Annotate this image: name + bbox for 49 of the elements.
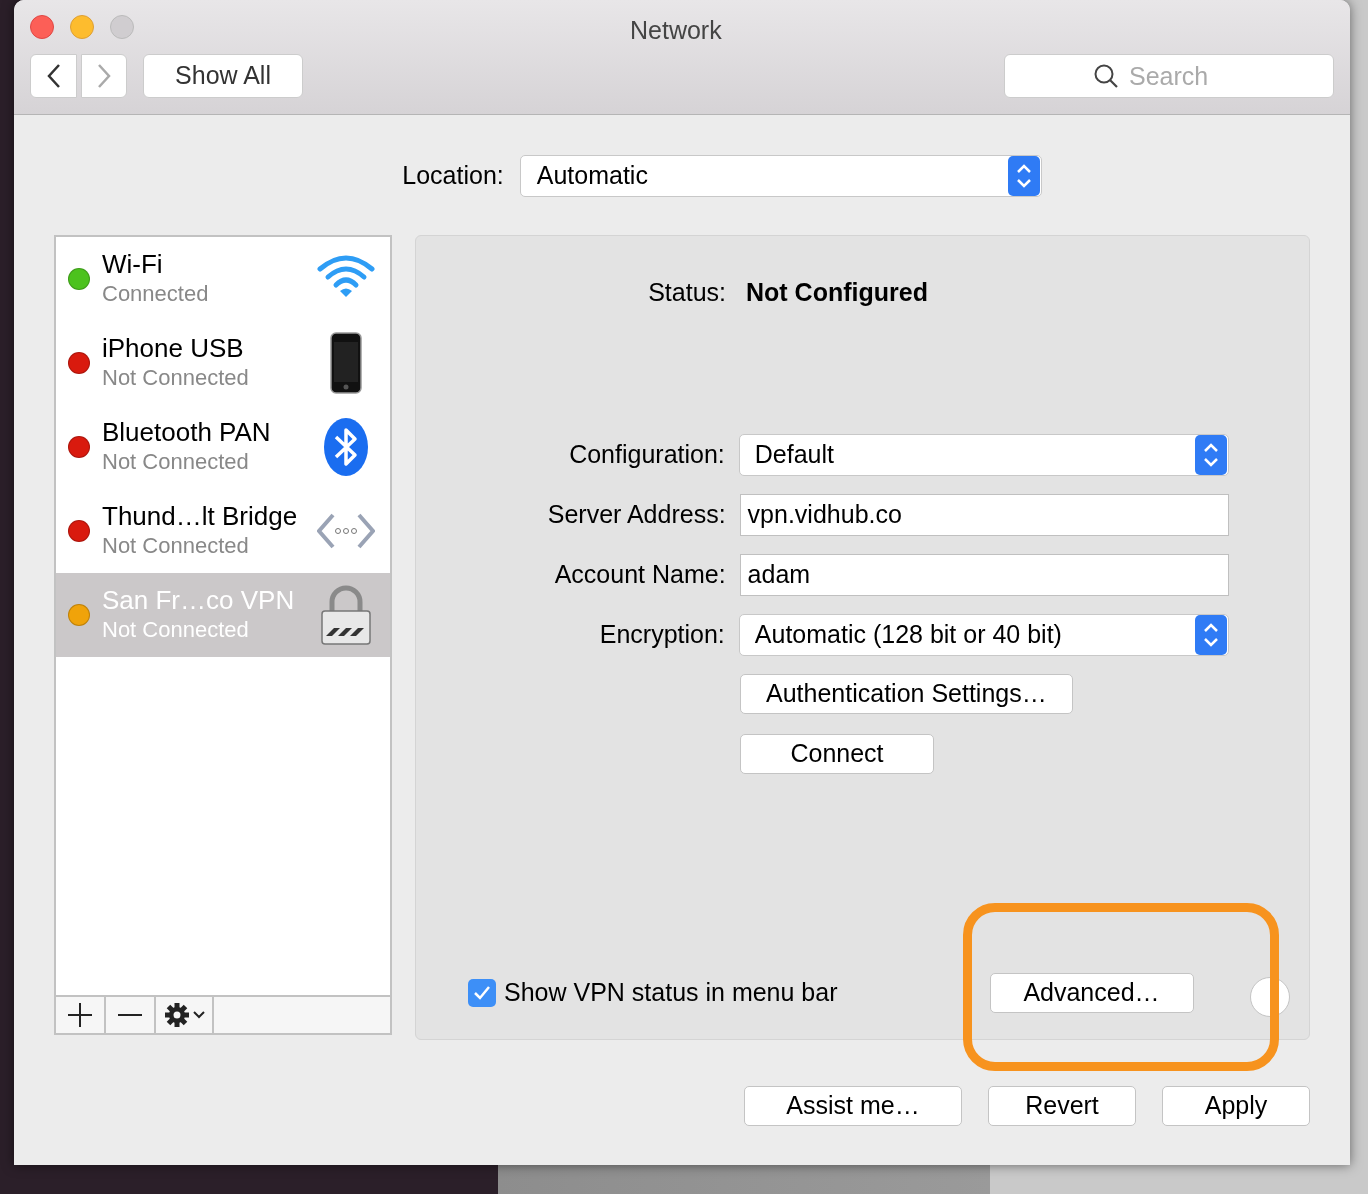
service-status: Not Connected [102,532,250,560]
stepper-icon [1195,614,1227,655]
search-icon [1093,63,1119,89]
search-field[interactable]: Search [1004,54,1334,98]
service-status: Connected [102,280,210,308]
double-arrow-icon [317,511,375,551]
advanced-button[interactable]: Advanced… [989,973,1194,1013]
minimize-button[interactable] [70,15,94,39]
padlock-icon [320,584,372,646]
text-field[interactable]: vpn.vidhub.co [739,493,1229,536]
status-value: Not Configured [746,277,928,308]
bluetooth-icon [323,417,369,477]
service-status: Not Connected [102,364,250,392]
service-name: iPhone USB [102,333,245,363]
field-label: Encryption: [598,618,725,650]
action-button[interactable]: Connect [740,733,934,774]
service-name: Bluetooth PAN [102,417,272,447]
show-vpn-checkbox[interactable] [468,979,496,1007]
location-select[interactable]: Automatic [519,155,1042,197]
field-label: Server Address: [546,498,726,530]
window-title: Network [630,15,722,46]
service-name: Wi-Fi [102,249,164,279]
service-status: Not Connected [102,448,250,476]
back-button[interactable] [30,54,77,98]
checkmark-icon [473,985,491,1001]
select-field[interactable]: Default [738,433,1229,476]
minus-icon [118,1013,142,1017]
chevron-left-icon [46,63,61,89]
action-button[interactable]: Authentication Settings… [740,673,1073,714]
close-button[interactable] [30,15,54,39]
gear-icon [163,1002,190,1028]
field-label: Configuration: [568,438,725,470]
select-field[interactable]: Automatic (128 bit or 40 bit) [738,613,1229,656]
status-label: Status: [647,277,726,308]
stepper-icon [1195,434,1227,475]
field-label: Account Name: [553,558,726,590]
footer-button[interactable]: Assist me… [744,1086,962,1126]
chevron-right-icon [97,63,111,89]
footer-button[interactable]: Revert [988,1086,1136,1126]
plus-icon [68,1003,92,1027]
checkbox-label: Show VPN status in menu bar [504,977,838,1009]
phone-icon [330,332,362,394]
caret-icon [192,1011,205,1019]
location-label: Location: [402,160,504,192]
text-field[interactable]: adam [739,553,1229,596]
show-all-button[interactable]: Show All [143,54,303,98]
stepper-icon [1007,156,1040,196]
footer-button[interactable]: Apply [1162,1086,1310,1126]
service-name: Thund…lt Bridge [102,501,299,531]
